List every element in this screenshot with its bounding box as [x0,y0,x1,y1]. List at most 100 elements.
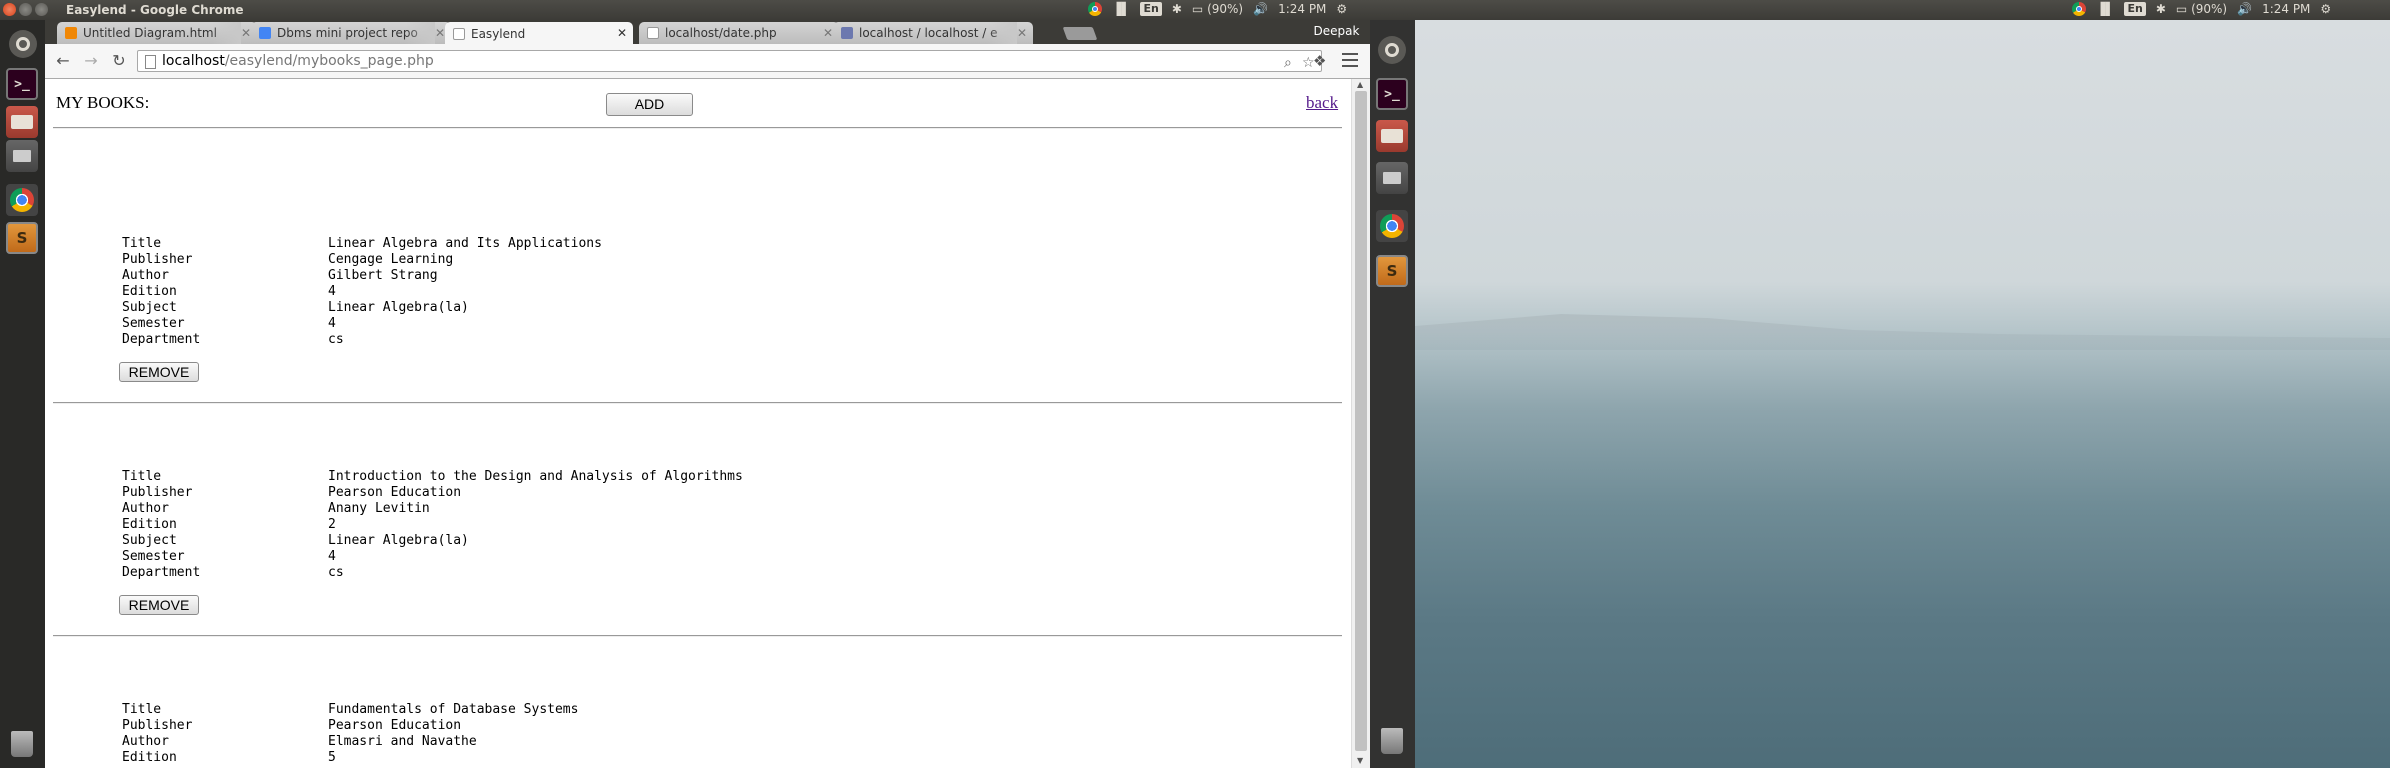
bluetooth-icon[interactable]: ✱ [2156,2,2166,16]
files-icon[interactable] [6,106,38,138]
page-scrollbar[interactable]: ▲ ▼ [1351,79,1370,768]
back-link[interactable]: back [1306,93,1338,113]
keyboard-layout-indicator[interactable]: En [1140,2,1162,16]
trash-icon[interactable] [6,728,38,760]
chrome-menu-icon[interactable] [1342,53,1358,67]
files-icon[interactable] [1376,120,1408,152]
chrome-indicator-icon[interactable] [2072,2,2086,16]
chrome-indicator-icon[interactable] [1088,2,1102,16]
zoom-icon[interactable]: ⌕ [1284,53,1292,73]
chrome-icon[interactable] [1376,210,1408,242]
tab-label: localhost/date.php [665,26,777,40]
battery-indicator[interactable]: ▭ (90%) [1192,2,1243,16]
bluetooth-icon[interactable]: ✱ [1172,2,1182,16]
remove-book-button[interactable]: REMOVE [119,362,199,382]
keyboard-layout-indicator[interactable]: En [2124,2,2146,16]
book-semester: 4 [328,316,336,331]
close-tab-icon[interactable]: ✕ [1017,26,1027,40]
terminal-icon[interactable]: >_ [1376,78,1408,110]
sublime-text-icon[interactable]: S [1376,255,1408,287]
tab-label: Untitled Diagram.html [83,26,217,40]
add-book-button[interactable]: ADD [606,93,693,116]
page-title: MY BOOKS: [56,93,150,112]
book-publisher: Pearson Education [328,485,462,500]
tab-dbms-report[interactable]: Dbms mini project repo ✕ [251,22,451,44]
divider [53,402,1342,404]
network-icon[interactable]: ▐▌ [2096,2,2114,16]
trash-icon[interactable] [1376,725,1408,757]
close-window-icon[interactable] [3,3,16,16]
close-tab-icon[interactable]: ✕ [241,26,251,40]
book-edition: 2 [328,517,336,532]
field-label-department: Department [122,332,201,347]
network-icon[interactable]: ▐▌ [1112,2,1130,16]
page-icon [453,27,465,40]
clock[interactable]: 1:24 PM [1278,2,1326,16]
address-bar[interactable]: localhost/easylend/mybooks_page.php ⌕ ☆ [137,50,1322,72]
scroll-down-arrow-icon[interactable]: ▼ [1357,756,1363,765]
clock[interactable]: 1:24 PM [2262,2,2310,16]
tab-strip: Untitled Diagram.html ✕ Dbms mini projec… [45,20,1370,45]
book-author: Gilbert Strang [328,268,438,283]
page-info-icon[interactable] [145,55,156,69]
book-edition: 4 [328,284,336,299]
field-label-department: Department [122,565,201,580]
terminal-icon[interactable]: >_ [6,68,38,100]
field-label-edition: Edition [122,517,177,532]
url-host: localhost [162,53,225,69]
indicator-area-right: ▐▌ En ✱ ▭ (90%) 🔊 1:24 PM ⚙ [2072,2,2331,16]
field-label-author: Author [122,501,169,516]
url-path: /easylend/mybooks_page.php [224,53,434,69]
remove-book-button[interactable]: REMOVE [119,595,199,615]
file-manager-icon[interactable] [6,140,38,172]
maximize-window-icon[interactable] [35,3,48,16]
google-docs-icon [259,27,271,39]
close-tab-icon[interactable]: ✕ [823,26,833,40]
field-label-title: Title [122,469,162,484]
volume-icon[interactable]: 🔊 [2237,2,2252,16]
divider [53,635,1342,637]
field-label-subject: Subject [122,300,177,315]
extension-icon[interactable]: ❖ [1313,52,1326,70]
top-panel: Easylend - Google Chrome ▐▌ En ✱ ▭ (90%)… [0,0,1415,41]
book-title: Linear Algebra and Its Applications [328,236,602,251]
field-label-edition: Edition [122,750,177,765]
book-title: Fundamentals of Database Systems [328,702,579,717]
gear-icon[interactable]: ⚙ [2320,2,2331,16]
close-tab-icon[interactable]: ✕ [617,26,627,40]
window-title: Easylend - Google Chrome [66,3,244,17]
tab-easylend[interactable]: Easylend ✕ [445,22,633,45]
tab-phpmyadmin[interactable]: localhost / localhost / e ✕ [833,22,1033,44]
field-label-publisher: Publisher [122,718,193,733]
tab-label: localhost / localhost / e [859,26,998,40]
forward-arrow-icon[interactable]: → [81,51,101,71]
sublime-text-icon[interactable]: S [6,222,38,254]
field-label-author: Author [122,734,169,749]
scrollbar-thumb[interactable] [1355,91,1367,751]
book-author: Elmasri and Navathe [328,734,477,749]
tab-date-php[interactable]: localhost/date.php ✕ [639,22,839,44]
back-arrow-icon[interactable]: ← [53,51,73,71]
new-tab-button[interactable] [1062,27,1098,40]
tab-untitled-diagram[interactable]: Untitled Diagram.html ✕ [57,22,257,44]
gear-icon[interactable]: ⚙ [1336,2,1347,16]
dash-home-icon[interactable] [1378,36,1406,64]
file-manager-icon[interactable] [1376,162,1408,194]
volume-icon[interactable]: 🔊 [1253,2,1268,16]
scroll-up-arrow-icon[interactable]: ▲ [1357,80,1363,89]
battery-indicator[interactable]: ▭ (90%) [2176,2,2227,16]
chrome-icon[interactable] [6,184,38,216]
page-icon [647,27,659,39]
top-panel-right: ▐▌ En ✱ ▭ (90%) 🔊 1:24 PM ⚙ [1415,0,2390,20]
phpmyadmin-icon [841,27,853,39]
tab-label: Dbms mini project repo [277,26,418,40]
book-edition: 5 [328,750,336,765]
field-label-subject: Subject [122,533,177,548]
desktop-wallpaper [1415,20,2390,768]
launcher-right: >_ S [1370,20,1415,768]
dash-home-icon[interactable] [9,30,37,58]
minimize-window-icon[interactable] [19,3,32,16]
close-tab-icon[interactable]: ✕ [435,26,445,40]
indicator-area: ▐▌ En ✱ ▭ (90%) 🔊 1:24 PM ⚙ [1088,2,1347,16]
reload-icon[interactable]: ↻ [109,51,129,71]
